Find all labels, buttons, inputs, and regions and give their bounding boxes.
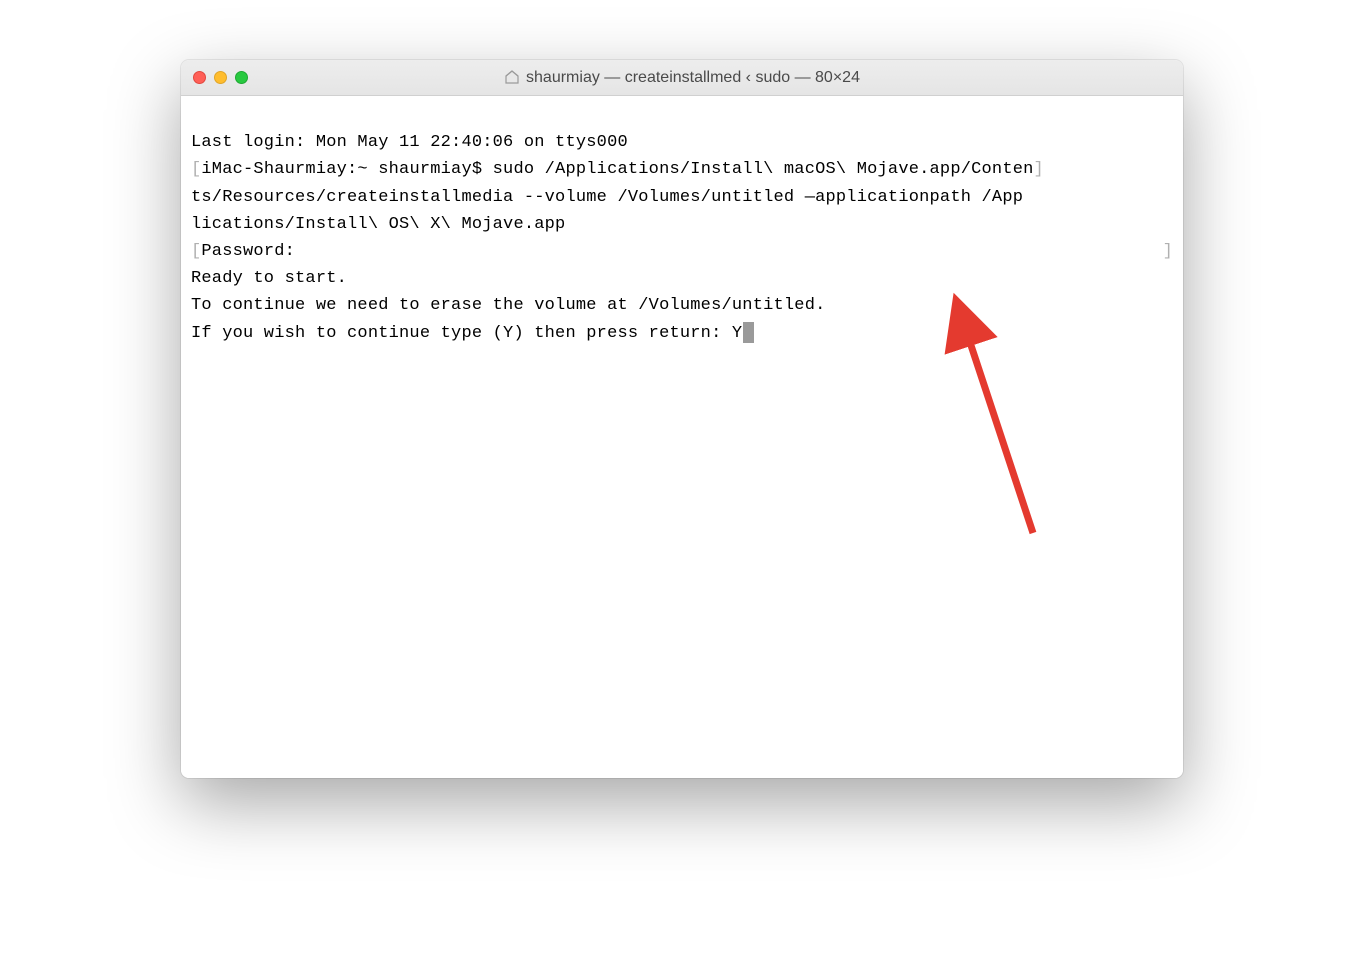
window-title: shaurmiay — createinstallmed ‹ sudo — 80… [181,69,1183,87]
terminal-body[interactable]: Last login: Mon May 11 22:40:06 on ttys0… [181,96,1183,778]
password-prompt: Password: [201,242,295,261]
terminal-line: To continue we need to erase the volume … [191,292,1173,319]
command-text: sudo /Applications/Install\ macOS\ Mojav… [493,160,1034,179]
terminal-text: Last login: Mon May 11 22:40:06 on ttys0… [191,133,628,152]
cursor-icon [743,322,754,343]
terminal-line: [iMac-Shaurmiay:~ shaurmiay$ sudo /Appli… [191,156,1173,183]
home-icon [504,69,520,87]
command-text: lications/Install\ OS\ X\ Mojave.app [191,215,565,234]
terminal-line: lications/Install\ OS\ X\ Mojave.app [191,211,1173,238]
command-text: ts/Resources/createinstallmedia --volume… [191,188,1023,207]
window-title-text: shaurmiay — createinstallmed ‹ sudo — 80… [526,69,860,87]
terminal-window: shaurmiay — createinstallmed ‹ sudo — 80… [181,60,1183,778]
bracket-close: ] [1034,160,1044,179]
titlebar[interactable]: shaurmiay — createinstallmed ‹ sudo — 80… [181,60,1183,96]
terminal-line: Ready to start. [191,265,1173,292]
output-text: Ready to start. [191,269,347,288]
terminal-line: Last login: Mon May 11 22:40:06 on ttys0… [191,129,1173,156]
bracket-close: ] [1163,238,1173,265]
confirm-prompt: If you wish to continue type (Y) then pr… [191,324,742,343]
terminal-line: [Password:] [191,238,1173,265]
prompt-text: iMac-Shaurmiay:~ shaurmiay$ [201,160,492,179]
terminal-line: If you wish to continue type (Y) then pr… [191,320,1173,347]
traffic-lights [193,71,248,84]
bracket-open: [ [191,160,201,179]
maximize-button[interactable] [235,71,248,84]
terminal-line: ts/Resources/createinstallmedia --volume… [191,184,1173,211]
minimize-button[interactable] [214,71,227,84]
bracket-open: [ [191,242,201,261]
output-text: To continue we need to erase the volume … [191,296,826,315]
close-button[interactable] [193,71,206,84]
